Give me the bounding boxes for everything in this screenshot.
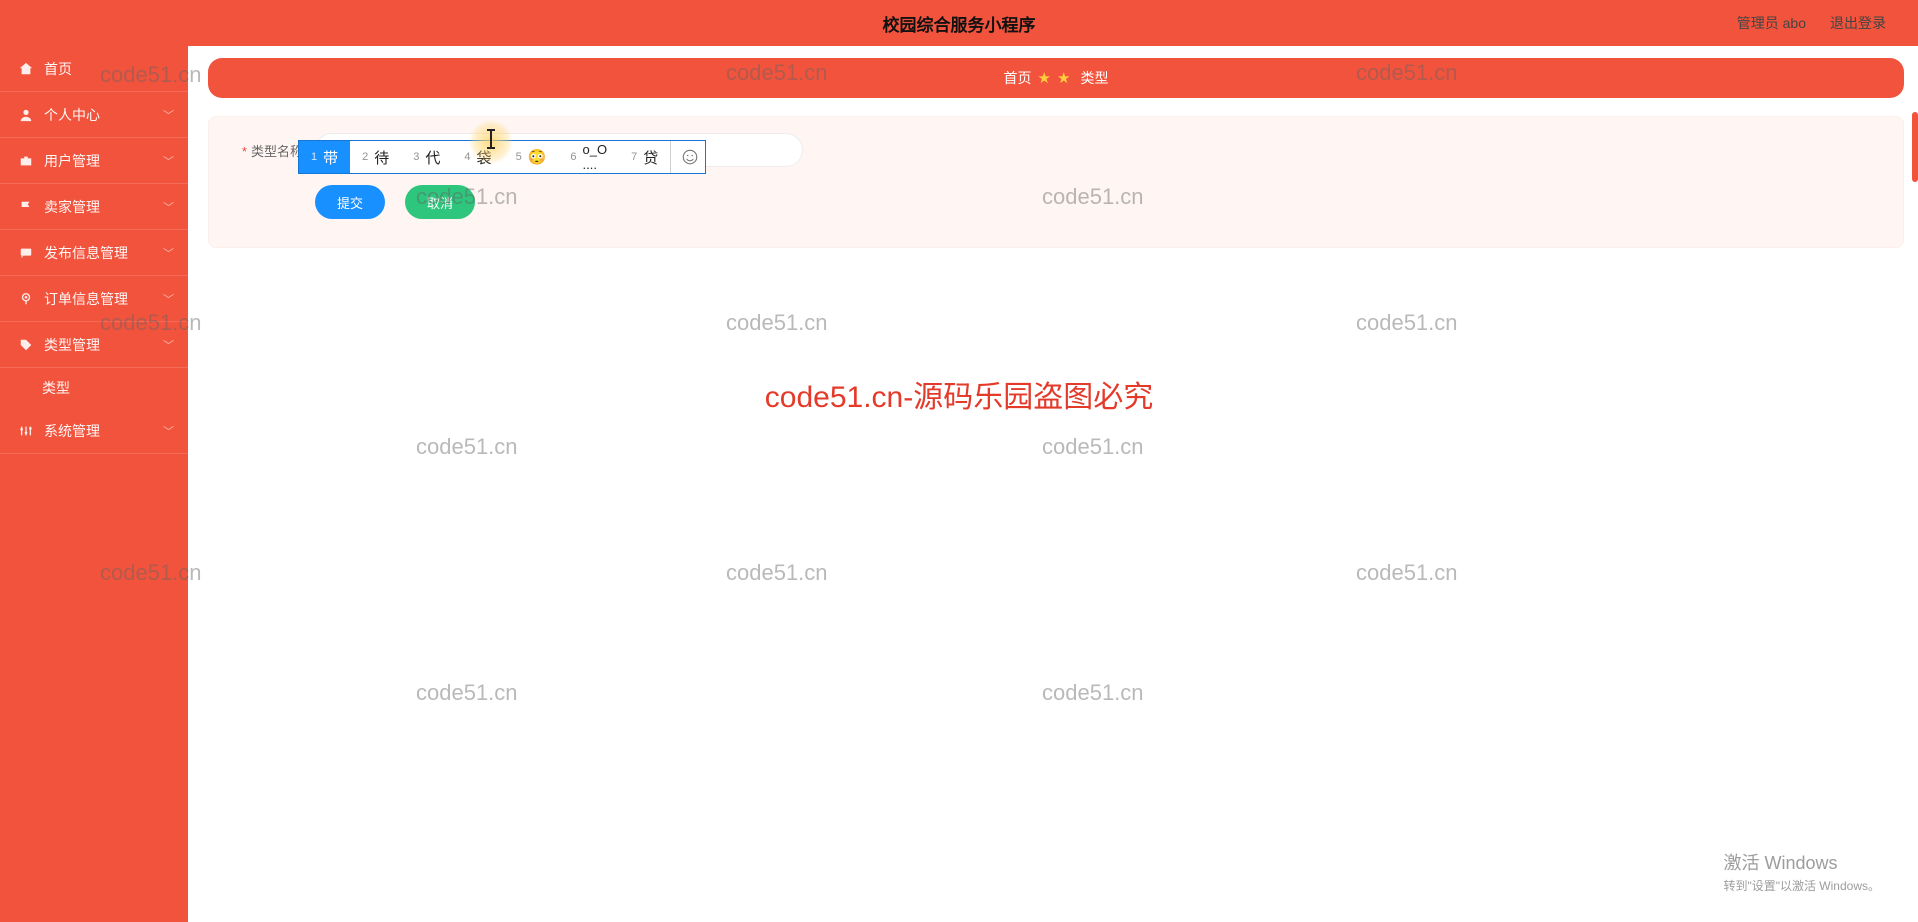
star-icon: ★ — [1038, 69, 1051, 87]
chevron-down-icon: ﹀ — [163, 245, 174, 261]
ime-emoji-button[interactable] — [670, 141, 709, 173]
home-icon — [18, 61, 34, 77]
sidebar-item-system[interactable]: 系统管理 ﹀ — [0, 408, 188, 454]
sidebar-item-label: 首页 — [44, 59, 72, 79]
button-row: 提交 取消 — [315, 185, 1881, 219]
sidebar-item-type-mgmt[interactable]: 类型管理 ︿ — [0, 322, 188, 368]
sidebar-item-label: 类型 — [42, 378, 70, 398]
chevron-down-icon: ﹀ — [163, 153, 174, 169]
sidebar-subitem-type[interactable]: 类型 — [0, 368, 188, 408]
ime-candidate-4[interactable]: 4袋 — [452, 141, 503, 173]
user-icon — [18, 107, 34, 123]
ime-candidate-bar: 1带 2待 3代 4袋 5😳 6o_O .... 7贷 — [298, 140, 706, 174]
briefcase-icon — [18, 153, 34, 169]
chat-icon — [18, 245, 34, 261]
ime-candidate-1[interactable]: 1带 — [299, 141, 350, 173]
activate-subtitle: 转到"设置"以激活 Windows。 — [1723, 877, 1880, 894]
top-header: 校园综合服务小程序 管理员 abo 退出登录 — [0, 0, 1918, 46]
sidebar-item-label: 用户管理 — [44, 151, 100, 171]
app-title: 校园综合服务小程序 — [883, 11, 1036, 36]
sidebar-item-orders[interactable]: 订单信息管理 ﹀ — [0, 276, 188, 322]
smile-icon — [681, 148, 699, 166]
chevron-down-icon: ﹀ — [163, 107, 174, 123]
chevron-down-icon: ﹀ — [163, 199, 174, 215]
star-icon: ★ — [1057, 69, 1070, 87]
admin-link[interactable]: 管理员 abo — [1737, 13, 1806, 33]
form-label: *类型名称 — [231, 141, 303, 160]
logout-link[interactable]: 退出登录 — [1830, 13, 1886, 33]
ime-candidate-7[interactable]: 7贷 — [619, 141, 670, 173]
ime-candidate-3[interactable]: 3代 — [401, 141, 452, 173]
sidebar: 首页 个人中心 ﹀ 用户管理 ﹀ 卖家管理 ﹀ 发布信息管理 ﹀ 订单信息管理 … — [0, 46, 188, 922]
sidebar-item-users[interactable]: 用户管理 ﹀ — [0, 138, 188, 184]
breadcrumb-home[interactable]: 首页 — [1004, 68, 1032, 88]
activate-windows-notice: 激活 Windows 转到"设置"以激活 Windows。 — [1723, 849, 1880, 894]
sidebar-item-profile[interactable]: 个人中心 ﹀ — [0, 92, 188, 138]
main-content: 首页 ★ ★ 类型 *类型名称 提交 取消 — [188, 46, 1918, 922]
activate-title: 激活 Windows — [1723, 849, 1880, 875]
scroll-accent — [1912, 112, 1918, 182]
sidebar-item-home[interactable]: 首页 — [0, 46, 188, 92]
breadcrumb-current: 类型 — [1080, 68, 1108, 88]
tags-icon — [18, 337, 34, 353]
sidebar-item-label: 订单信息管理 — [44, 289, 128, 309]
flag-icon — [18, 199, 34, 215]
cancel-button[interactable]: 取消 — [405, 185, 475, 219]
header-right: 管理员 abo 退出登录 — [1737, 13, 1886, 33]
sidebar-item-label: 类型管理 — [44, 335, 100, 355]
equalizer-icon — [18, 423, 34, 439]
sidebar-item-label: 个人中心 — [44, 105, 100, 125]
ime-candidate-5[interactable]: 5😳 — [504, 141, 559, 173]
ime-candidate-2[interactable]: 2待 — [350, 141, 401, 173]
sidebar-item-label: 发布信息管理 — [44, 243, 128, 263]
ime-candidate-6[interactable]: 6o_O .... — [558, 141, 619, 173]
sidebar-item-label: 系统管理 — [44, 421, 100, 441]
sidebar-item-sellers[interactable]: 卖家管理 ﹀ — [0, 184, 188, 230]
breadcrumb: 首页 ★ ★ 类型 — [208, 58, 1904, 98]
chevron-down-icon: ﹀ — [163, 423, 174, 439]
pin-icon — [18, 291, 34, 307]
sidebar-item-label: 卖家管理 — [44, 197, 100, 217]
chevron-down-icon: ﹀ — [163, 291, 174, 307]
chevron-up-icon: ︿ — [163, 337, 174, 353]
form-card: *类型名称 提交 取消 — [208, 116, 1904, 248]
sidebar-item-publish[interactable]: 发布信息管理 ﹀ — [0, 230, 188, 276]
submit-button[interactable]: 提交 — [315, 185, 385, 219]
